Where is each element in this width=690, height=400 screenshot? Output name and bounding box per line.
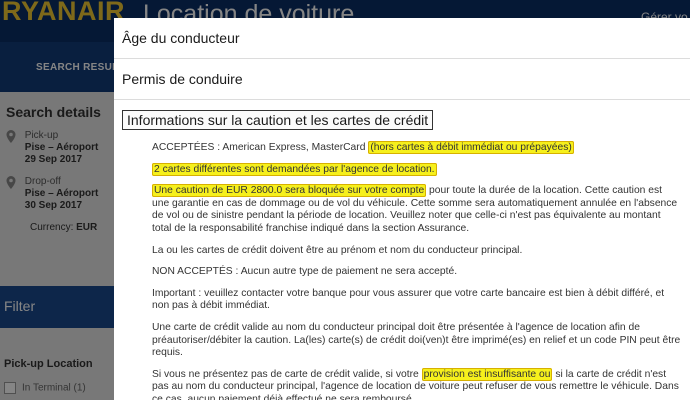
accordion-label: Informations sur la caution et les carte… [122,110,434,130]
accordion-deposit-credit-cards[interactable]: Informations sur la caution et les carte… [114,100,690,141]
rental-conditions-modal: Âge du conducteur Permis de conduire Inf… [114,18,690,400]
valid-card-text: Une carte de crédit valide au nom du con… [152,321,681,359]
name-note-text: La ou les cartes de crédit doivent être … [152,244,523,256]
accepted-cards-text: ACCEPTÉES : American Express, MasterCard… [152,141,682,155]
deposit-info-content: ACCEPTÉES : American Express, MasterCard… [152,141,682,400]
highlight: Une caution de EUR 2800.0 sera bloquée s… [152,184,427,198]
two-cards-text: 2 cartes différentes sont demandées par … [152,162,682,177]
accordion-label: Âge du conducteur [122,30,240,46]
highlight: (hors cartes à débit immédiat ou prépayé… [368,141,574,154]
highlight: provision est insuffisante ou [421,367,553,381]
not-accepted-text: NON ACCEPTÉS : Aucun autre type de paiem… [152,266,458,278]
insufficient-prefix: Si vous ne présentez pas de carte de cré… [152,368,422,380]
highlight: 2 cartes différentes sont demandées par … [152,162,437,176]
accordion-label: Permis de conduire [122,71,243,87]
accepted-cards-prefix: ACCEPTÉES : American Express, MasterCard [152,142,369,153]
insufficient-funds-text: Si vous ne présentez pas de carte de cré… [152,367,682,400]
accordion-driver-age[interactable]: Âge du conducteur [114,18,690,59]
accordion-driving-licence[interactable]: Permis de conduire [114,59,690,100]
deposit-text: Une caution de EUR 2800.0 sera bloquée s… [152,184,682,235]
important-text: Important : veuillez contacter votre ban… [152,287,665,312]
